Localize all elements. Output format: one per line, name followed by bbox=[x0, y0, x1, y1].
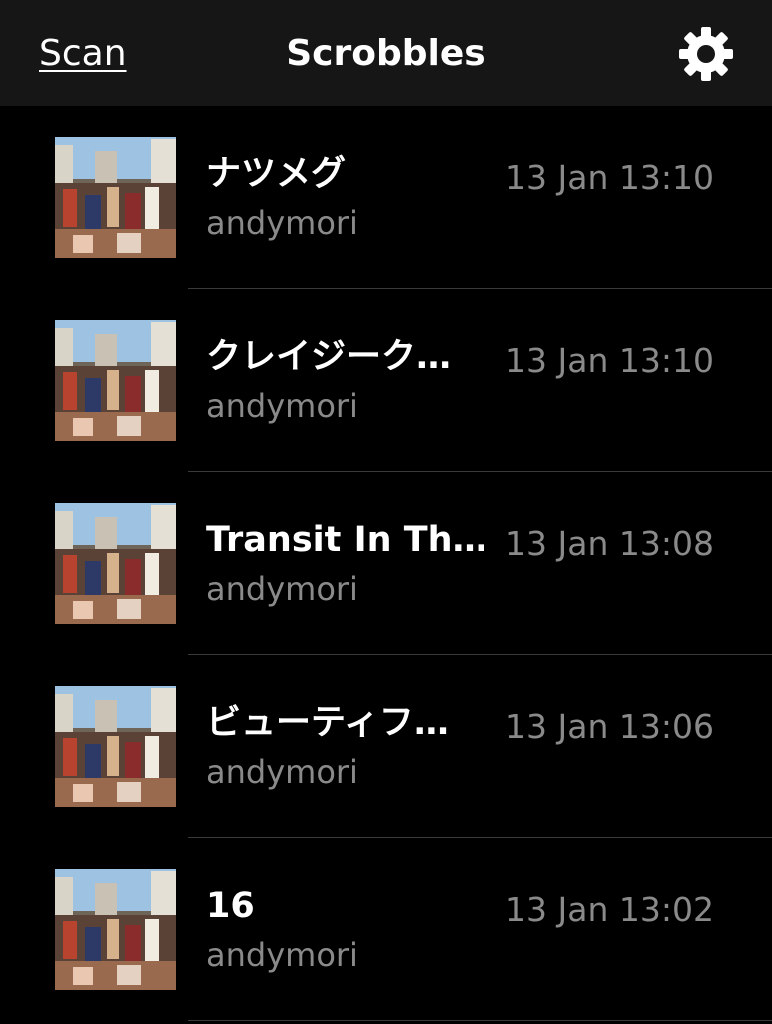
navigation-bar: Scan Scrobbles bbox=[0, 0, 772, 106]
track-title: Transit In Th… bbox=[206, 520, 484, 560]
page-title: Scrobbles bbox=[286, 33, 486, 74]
scrobble-row[interactable]: クレイジーク… andymori 13 Jan 13:10 bbox=[0, 289, 772, 472]
scrobble-time: 13 Jan 13:02 bbox=[505, 890, 714, 929]
artist-name: andymori bbox=[206, 570, 358, 608]
gear-icon bbox=[679, 27, 733, 81]
track-title: ビューティフ… bbox=[206, 703, 449, 743]
scrobble-row[interactable]: ビューティフ… andymori 13 Jan 13:06 bbox=[0, 655, 772, 838]
artist-name: andymori bbox=[206, 753, 358, 791]
row-divider bbox=[188, 1020, 772, 1021]
scrobble-time: 13 Jan 13:08 bbox=[505, 524, 714, 563]
track-title: ナツメグ bbox=[206, 154, 347, 194]
scrobble-time: 13 Jan 13:10 bbox=[505, 158, 714, 197]
scrobble-row[interactable]: 16 andymori 13 Jan 13:02 bbox=[0, 838, 772, 1021]
album-art bbox=[55, 320, 176, 441]
track-title: 16 bbox=[206, 886, 255, 926]
scrobble-list: ナツメグ andymori 13 Jan 13:10 クレイジーク… andym… bbox=[0, 106, 772, 1021]
artist-name: andymori bbox=[206, 204, 358, 242]
artist-name: andymori bbox=[206, 387, 358, 425]
scrobble-row[interactable]: ナツメグ andymori 13 Jan 13:10 bbox=[0, 106, 772, 289]
album-art bbox=[55, 869, 176, 990]
scrobble-time: 13 Jan 13:10 bbox=[505, 341, 714, 380]
track-title: クレイジーク… bbox=[206, 337, 452, 377]
scrobble-time: 13 Jan 13:06 bbox=[505, 707, 714, 746]
artist-name: andymori bbox=[206, 936, 358, 974]
scrobble-row[interactable]: Transit In Th… andymori 13 Jan 13:08 bbox=[0, 472, 772, 655]
album-art bbox=[55, 503, 176, 624]
album-art bbox=[55, 137, 176, 258]
settings-button[interactable] bbox=[678, 26, 734, 82]
album-art bbox=[55, 686, 176, 807]
